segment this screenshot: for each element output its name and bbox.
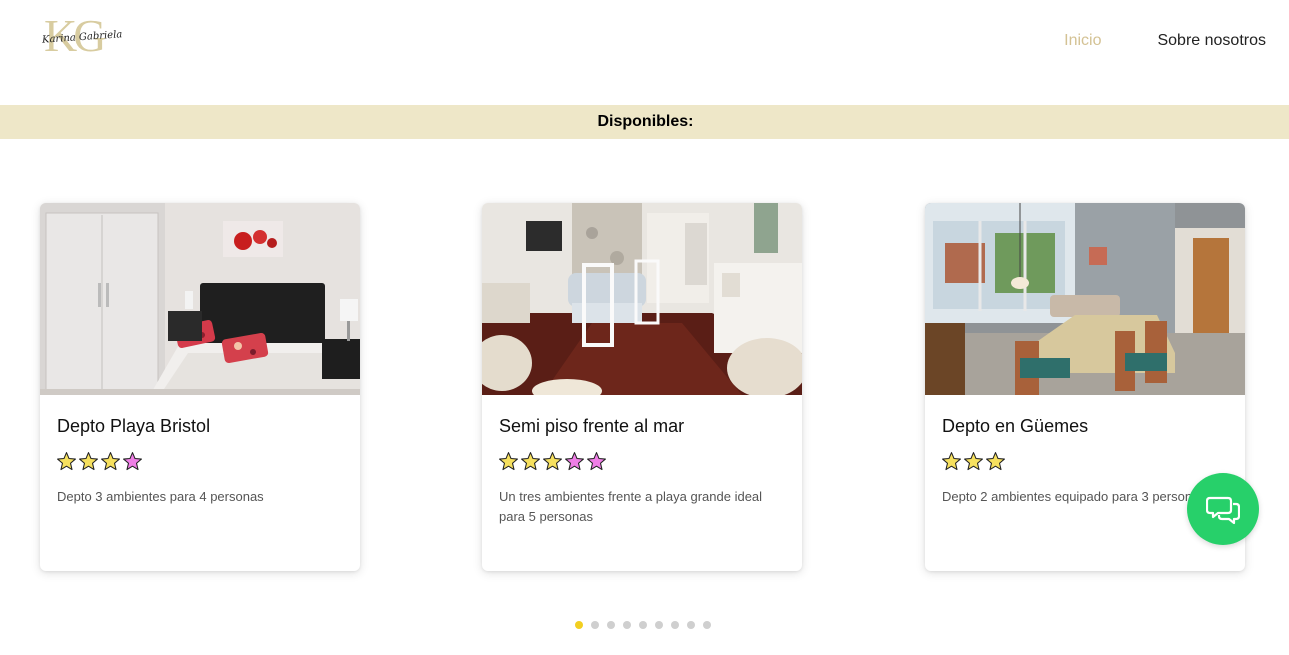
site-header: KG Karina Gabriela Inicio Sobre nosotros xyxy=(0,0,1289,104)
listing-description: Un tres ambientes frente a playa grande … xyxy=(499,489,763,524)
star-yellow-icon xyxy=(986,452,1005,471)
star-yellow-icon xyxy=(942,452,961,471)
star-pink-icon xyxy=(565,452,584,471)
listing-card[interactable]: Semi piso frente al mar Un tres ambiente… xyxy=(482,203,802,571)
star-yellow-icon xyxy=(964,452,983,471)
star-pink-icon xyxy=(587,452,606,471)
carousel-dot[interactable] xyxy=(655,621,663,629)
dining-room-photo xyxy=(482,203,802,395)
rating-stars xyxy=(498,451,607,472)
banner-label: Disponibles: xyxy=(597,113,694,130)
carousel-dot[interactable] xyxy=(703,621,711,629)
nav-item-inicio[interactable]: Inicio xyxy=(1064,32,1101,50)
logo[interactable]: KG Karina Gabriela xyxy=(42,10,126,61)
star-yellow-icon xyxy=(543,452,562,471)
rating-stars xyxy=(941,451,1006,472)
carousel-dot[interactable] xyxy=(575,621,583,629)
listing-title: Depto en Güemes xyxy=(942,416,1089,436)
star-yellow-icon xyxy=(499,452,518,471)
carousel-dot[interactable] xyxy=(591,621,599,629)
star-yellow-icon xyxy=(101,452,120,471)
star-pink-icon xyxy=(123,452,142,471)
star-yellow-icon xyxy=(79,452,98,471)
star-yellow-icon xyxy=(521,452,540,471)
listing-title: Semi piso frente al mar xyxy=(499,416,685,436)
carousel-dot[interactable] xyxy=(607,621,615,629)
bedroom-photo xyxy=(40,203,360,395)
main-nav: Inicio Sobre nosotros xyxy=(1064,32,1266,50)
carousel-dot[interactable] xyxy=(639,621,647,629)
carousel-dot[interactable] xyxy=(687,621,695,629)
listing-title: Depto Playa Bristol xyxy=(57,416,211,436)
chat-bubbles-icon xyxy=(1206,496,1240,525)
carousel-dot[interactable] xyxy=(671,621,679,629)
living-dining-photo xyxy=(925,203,1245,395)
carousel-dot[interactable] xyxy=(623,621,631,629)
listing-description: Depto 3 ambientes para 4 personas xyxy=(57,489,264,504)
nav-item-sobre-nosotros[interactable]: Sobre nosotros xyxy=(1157,32,1266,50)
rating-stars xyxy=(56,451,143,472)
listing-card[interactable]: Depto Playa Bristol Depto 3 ambientes pa… xyxy=(40,203,360,571)
star-yellow-icon xyxy=(57,452,76,471)
availability-banner: Disponibles: xyxy=(0,105,1289,139)
chat-button[interactable] xyxy=(1187,473,1259,545)
carousel-pagination xyxy=(575,621,711,629)
